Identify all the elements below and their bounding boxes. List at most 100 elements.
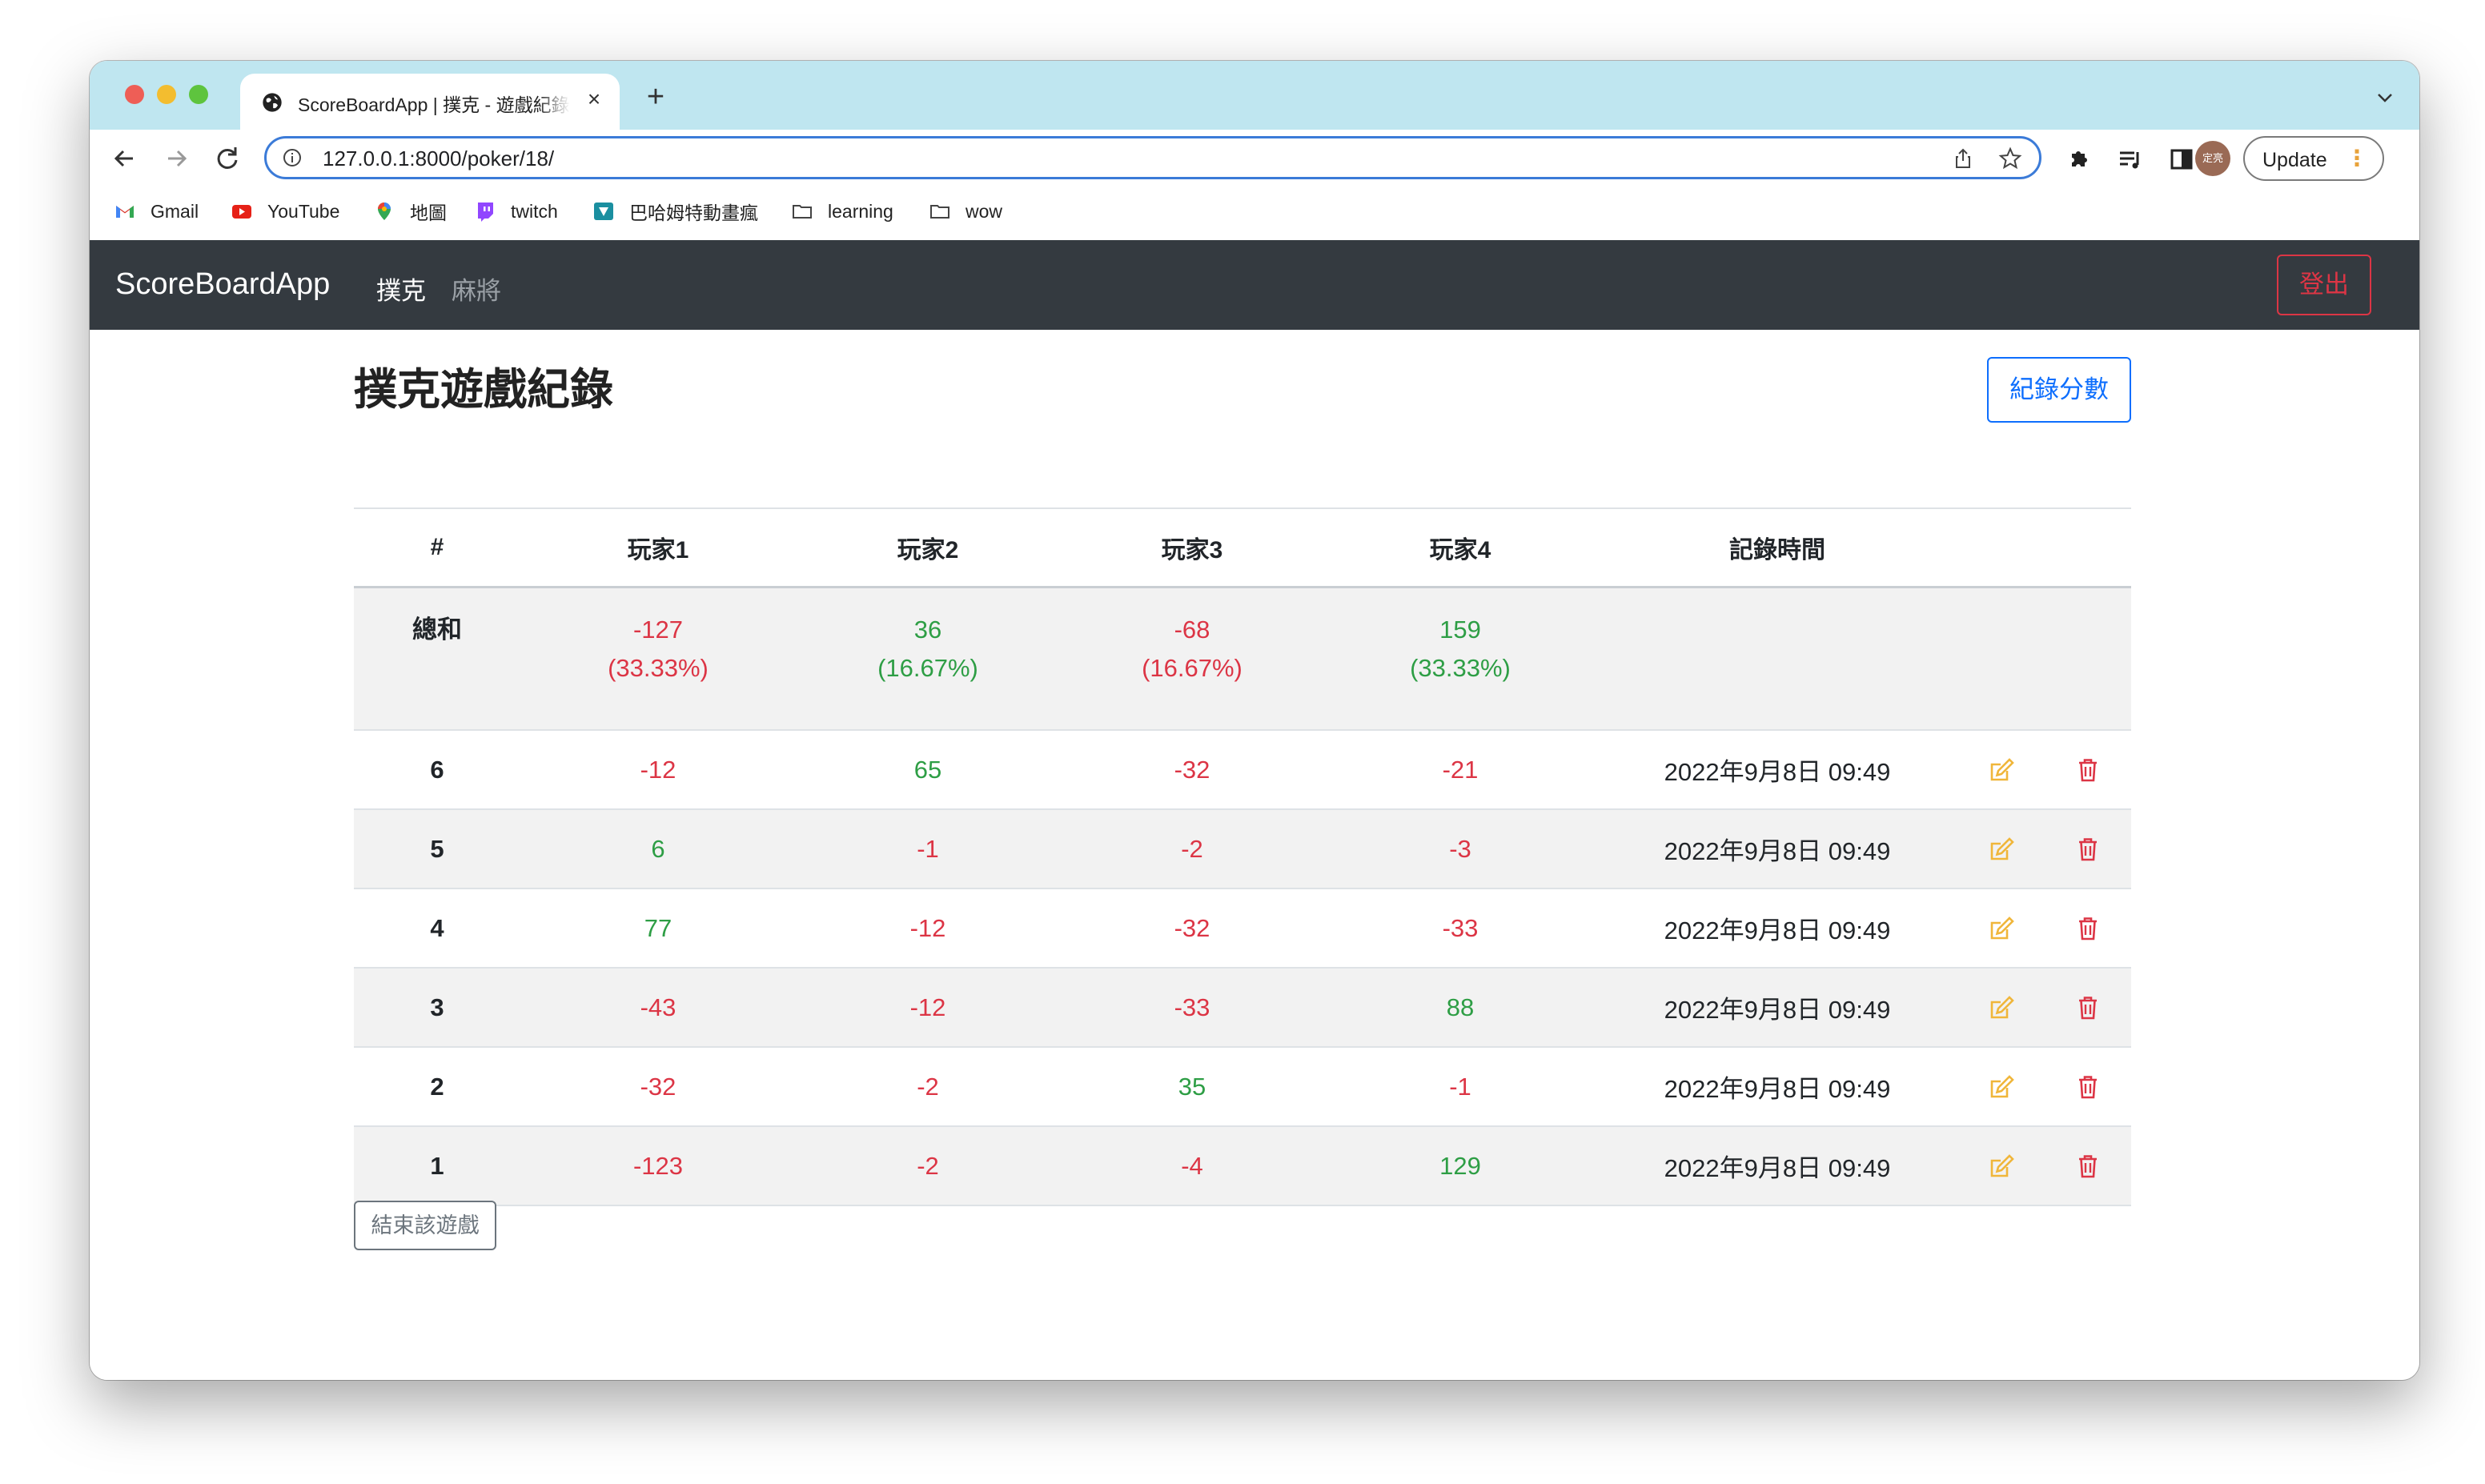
bookmark-label: twitch: [511, 200, 558, 222]
table-row: 5 6 -1 -2 -3 2022年9月8日 09:49: [354, 809, 2131, 889]
sum-row: 總和 -127 (33.33%) 36 (16.67%) -68 (16.67%…: [354, 587, 2131, 731]
bookmark-twitch[interactable]: twitch: [474, 195, 558, 227]
logout-button[interactable]: 登出: [2277, 255, 2371, 315]
table-row: 2 -32 -2 35 -1 2022年9月8日 09:49: [354, 1047, 2131, 1127]
edit-icon[interactable]: [1986, 834, 2017, 864]
header-index: #: [354, 507, 520, 588]
trash-icon[interactable]: [2073, 993, 2103, 1023]
reload-icon[interactable]: [211, 142, 243, 174]
header-record-time: 記錄時間: [1596, 507, 1958, 588]
table-header-row: # 玩家1 玩家2 玩家3 玩家4 記錄時間: [354, 507, 2131, 588]
bookmark-youtube[interactable]: YouTube: [231, 195, 339, 227]
more-menu-icon[interactable]: ⋮: [2346, 147, 2368, 170]
score-cell-player-2: -12: [796, 888, 1060, 969]
score-cell-player-4: 88: [1324, 968, 1596, 1048]
record-score-button[interactable]: 紀錄分數: [1987, 357, 2131, 423]
page-title: 撲克遊戲紀錄: [354, 366, 613, 414]
table-row: 1 -123 -2 -4 129 2022年9月8日 09:49: [354, 1126, 2131, 1206]
chevron-down-icon[interactable]: [2375, 90, 2395, 106]
score-cell-player-4: -33: [1324, 888, 1596, 969]
address-bar[interactable]: 127.0.0.1:8000/poker/18/: [264, 136, 2041, 179]
trash-icon[interactable]: [2073, 755, 2103, 785]
back-arrow-icon[interactable]: [109, 142, 141, 174]
trash-icon[interactable]: [2073, 1151, 2103, 1181]
sum-total: 36: [913, 616, 942, 644]
edit-icon[interactable]: [1986, 913, 2017, 944]
bookmark-gmail[interactable]: Gmail: [114, 195, 199, 227]
app-navbar: ScoreBoardApp 撲克 麻將 登出: [90, 240, 2419, 330]
score-cell-player-2: -1: [796, 809, 1060, 889]
sum-cell-empty: [1596, 587, 1958, 731]
edit-cell: [1958, 1126, 2045, 1206]
nav-link-poker[interactable]: 撲克: [376, 271, 426, 307]
bookmark-bahamut[interactable]: 巴哈姆特動畫瘋: [592, 195, 758, 227]
header-player-3: 玩家3: [1060, 507, 1324, 588]
edit-icon[interactable]: [1986, 1151, 2017, 1181]
score-cell-player-2: -2: [796, 1047, 1060, 1127]
window-minimize-button[interactable]: [157, 85, 176, 104]
delete-cell: [2045, 1047, 2131, 1127]
bookmark-label: 地圖: [410, 203, 447, 223]
bookmark-folder-learning[interactable]: learning: [791, 195, 893, 227]
end-game-button[interactable]: 結束該遊戲: [354, 1201, 496, 1250]
new-tab-icon[interactable]: +: [642, 82, 669, 112]
forward-arrow-icon[interactable]: [160, 142, 192, 174]
sum-total: 159: [1439, 616, 1481, 644]
score-cell-player-3: -2: [1060, 809, 1324, 889]
row-index: 5: [354, 809, 520, 889]
score-cell-player-1: 6: [520, 809, 796, 889]
nav-link-mahjong[interactable]: 麻將: [452, 271, 501, 307]
trash-icon[interactable]: [2073, 913, 2103, 944]
edit-cell: [1958, 968, 2045, 1048]
update-label: Update: [2262, 149, 2327, 171]
globe-icon: [263, 93, 282, 112]
app-brand[interactable]: ScoreBoardApp: [115, 267, 330, 302]
youtube-icon: [232, 205, 251, 219]
share-icon[interactable]: [1951, 146, 1975, 170]
trash-icon[interactable]: [2073, 1072, 2103, 1102]
sum-cell-player-3: -68 (16.67%): [1060, 587, 1324, 731]
browser-window: ScoreBoardApp | 撲克 - 遊戲紀錄 × + 127.0.0.1:…: [90, 61, 2419, 1380]
window-zoom-button[interactable]: [189, 85, 208, 104]
folder-icon: [930, 205, 949, 219]
extensions-puzzle-icon[interactable]: [2065, 146, 2093, 173]
update-button[interactable]: Update ⋮: [2243, 136, 2384, 181]
edit-icon[interactable]: [1986, 1072, 2017, 1102]
table-row: 3 -43 -12 -33 88 2022年9月8日 09:49: [354, 968, 2131, 1048]
tab-close-icon[interactable]: ×: [583, 88, 605, 110]
url-text[interactable]: 127.0.0.1:8000/poker/18/: [323, 146, 554, 171]
edit-cell: [1958, 730, 2045, 810]
edit-icon[interactable]: [1986, 755, 2017, 785]
info-icon[interactable]: [283, 148, 302, 167]
edit-icon[interactable]: [1986, 993, 2017, 1023]
trash-icon[interactable]: [2073, 834, 2103, 864]
browser-toolbar: 127.0.0.1:8000/poker/18/ 定亮 Update ⋮: [90, 130, 2419, 187]
score-cell-player-1: 77: [520, 888, 796, 969]
header-delete: [2045, 507, 2131, 588]
score-cell-player-3: -4: [1060, 1126, 1324, 1206]
header-player-1: 玩家1: [520, 507, 796, 588]
profile-avatar[interactable]: 定亮: [2195, 141, 2230, 176]
edit-cell: [1958, 1047, 2045, 1127]
score-cell-player-1: -123: [520, 1126, 796, 1206]
sum-total: -68: [1174, 616, 1210, 644]
row-index: 2: [354, 1047, 520, 1127]
bahamut-icon: [594, 203, 613, 220]
row-index: 6: [354, 730, 520, 810]
score-cell-player-2: 65: [796, 730, 1060, 810]
bookmark-folder-wow[interactable]: wow: [929, 195, 1002, 227]
record-time: 2022年9月8日 09:49: [1596, 730, 1958, 810]
side-panel-icon[interactable]: [2168, 146, 2195, 173]
header-player-4: 玩家4: [1324, 507, 1596, 588]
score-cell-player-2: -12: [796, 968, 1060, 1048]
bookmark-maps[interactable]: 地圖: [373, 195, 447, 227]
window-close-button[interactable]: [125, 85, 144, 104]
score-cell-player-3: -33: [1060, 968, 1324, 1048]
browser-tab[interactable]: ScoreBoardApp | 撲克 - 遊戲紀錄 ×: [240, 74, 620, 130]
record-time: 2022年9月8日 09:49: [1596, 1126, 1958, 1206]
score-cell-player-3: -32: [1060, 730, 1324, 810]
header-player-2: 玩家2: [796, 507, 1060, 588]
bookmark-star-icon[interactable]: [1997, 146, 2023, 171]
table-body: 總和 -127 (33.33%) 36 (16.67%) -68 (16.67%…: [354, 587, 2131, 1206]
reading-list-icon[interactable]: [2117, 146, 2144, 173]
